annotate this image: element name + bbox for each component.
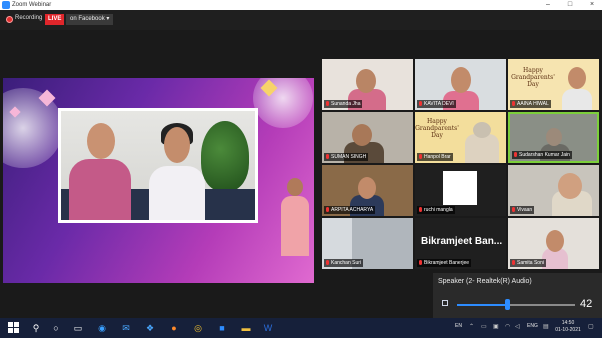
participant-name: Kanchan Suri [324, 259, 364, 267]
maximize-button[interactable]: □ [562, 0, 578, 10]
language-indicator[interactable]: ENG [527, 323, 538, 329]
dropbox-icon[interactable]: ❖ [144, 322, 156, 334]
participant-name: AAINA HIWAL [510, 100, 551, 108]
window-title: Zoom Webinar [12, 2, 52, 8]
grandma-illustration [279, 178, 311, 256]
mail-icon[interactable]: ✉ [120, 322, 132, 334]
participant-name: SUMAN SINGH [324, 153, 369, 161]
card-text: Happy Grandparents' Day [511, 67, 555, 88]
search-icon[interactable]: ⚲ [30, 322, 42, 334]
speaker-video [58, 108, 258, 223]
participant-name: KAVITA DEVI [417, 100, 456, 108]
mic-muted-icon [326, 154, 329, 159]
participant-tile[interactable]: Happy Grandparents' Day AAINA HIWAL [508, 59, 599, 110]
file-explorer-icon[interactable]: ▬ [240, 322, 252, 334]
grandmother-figure [149, 166, 205, 220]
clock-time: 14:50 [561, 320, 575, 326]
recording-label: Recording [15, 15, 43, 21]
live-badge[interactable]: LIVE [45, 14, 65, 25]
zoom-logo-icon [2, 1, 10, 9]
participant-tile[interactable]: SUMAN SINGH [322, 112, 413, 163]
mic-muted-icon [326, 101, 329, 106]
firefox-icon[interactable]: ● [168, 322, 180, 334]
task-view-icon[interactable]: ▭ [72, 322, 84, 334]
speaker-icon[interactable] [442, 300, 448, 306]
notifications-icon[interactable]: ▢ [588, 323, 594, 330]
light-glow [3, 88, 63, 168]
gallery-view: Sunanda Jha KAVITA DEVI Happy Grandparen… [320, 57, 602, 273]
card-text: Happy Grandparents' Day [415, 118, 459, 139]
participant-name: Samita Soni [510, 259, 546, 267]
cortana-icon[interactable]: ○ [50, 322, 62, 334]
participant-name: Sunanda Jha [324, 100, 363, 108]
participant-tile[interactable]: Happy Grandparents' Day Hanpol Brar [415, 112, 506, 163]
volume-slider[interactable] [457, 304, 575, 306]
participant-name: Hanpol Brar [417, 153, 453, 161]
meet-now-icon[interactable]: ▣ [493, 323, 499, 330]
chrome-icon[interactable]: ◎ [192, 322, 204, 334]
speaker-device-label: Speaker (2- Realtek(R) Audio) [438, 278, 532, 285]
volume-slider-knob[interactable] [504, 299, 510, 310]
start-windows-icon[interactable] [8, 322, 20, 334]
profile-picture [443, 171, 477, 205]
plant-image [201, 121, 249, 191]
grandfather-figure [69, 159, 131, 220]
mic-muted-icon [419, 101, 422, 106]
tray-chevron-icon[interactable]: ⌃ [469, 323, 474, 330]
network-icon[interactable]: ◠ [505, 323, 510, 330]
edge-icon[interactable]: ◉ [96, 322, 108, 334]
shared-screen-stage [3, 78, 314, 283]
participant-tile[interactable]: Kanchan Suri [322, 218, 413, 269]
clock[interactable]: 14:50 01-10-2021 [555, 320, 581, 334]
zoom-app-icon[interactable]: ■ [216, 322, 228, 334]
main-video-area [0, 30, 320, 283]
minimize-button[interactable]: – [540, 0, 556, 10]
participant-tile[interactable]: Bikramjeet Ban... Bikramjeet Banerjee [415, 218, 506, 269]
window-titlebar: Zoom Webinar – □ × [0, 0, 602, 10]
participant-name: ARPITA ACHARYA [324, 206, 376, 214]
live-destination-dropdown[interactable]: on Facebook ▾ [66, 14, 114, 25]
mic-muted-icon [419, 154, 422, 159]
participant-tile[interactable]: ARPITA ACHARYA [322, 165, 413, 216]
participant-name: Bikramjeet Banerjee [417, 259, 472, 267]
participant-name: ruchi mangla [417, 206, 455, 214]
participant-name: Sudarshan Kumar Jain [512, 151, 572, 159]
mic-muted-icon [419, 207, 422, 212]
language-icon[interactable]: ▤ [543, 323, 549, 330]
mic-muted-icon [326, 260, 329, 265]
mic-muted-icon [512, 260, 515, 265]
mic-muted-icon [419, 260, 422, 265]
participant-tile[interactable]: ruchi mangla [415, 165, 506, 216]
participant-display-name: Bikramjeet Ban... [421, 236, 503, 247]
meeting-topbar: Recording LIVE on Facebook ▾ [0, 10, 602, 30]
clock-date: 01-10-2021 [555, 327, 581, 333]
word-icon[interactable]: W [262, 322, 274, 334]
volume-value: 42 [580, 298, 593, 310]
volume-icon[interactable]: ◁ [515, 323, 520, 330]
windows-taskbar: ⚲ ○ ▭ ◉ ✉ ❖ ● ◎ ■ ▬ W EN ⌃ ▭ ▣ ◠ ◁ ENG ▤… [0, 318, 602, 338]
close-button[interactable]: × [584, 0, 600, 10]
recording-icon [6, 16, 13, 23]
participant-tile[interactable]: Sunanda Jha [322, 59, 413, 110]
participant-tile-active-speaker[interactable]: Sudarshan Kumar Jain [508, 112, 599, 163]
participant-tile[interactable]: Vivaan [508, 165, 599, 216]
battery-icon[interactable]: ▭ [481, 323, 487, 330]
mic-muted-icon [512, 101, 515, 106]
participant-tile[interactable]: KAVITA DEVI [415, 59, 506, 110]
keyboard-layout[interactable]: EN [455, 323, 462, 329]
speaker-volume-popup: Speaker (2- Realtek(R) Audio) 42 [433, 273, 602, 318]
mic-muted-icon [512, 207, 515, 212]
participant-tile[interactable]: Samita Soni [508, 218, 599, 269]
mic-muted-icon [326, 207, 329, 212]
mic-muted-icon [514, 152, 517, 157]
participant-name: Vivaan [510, 206, 535, 214]
